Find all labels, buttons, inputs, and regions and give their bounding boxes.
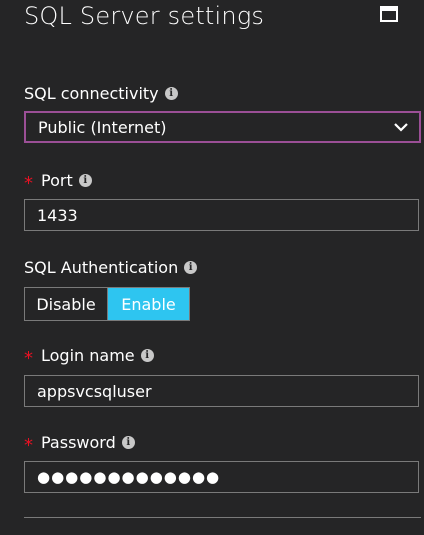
sql-authentication-label-text: SQL Authentication: [24, 258, 179, 277]
port-input[interactable]: 1433: [24, 199, 419, 231]
required-star: *: [24, 434, 33, 456]
required-star: *: [24, 347, 33, 369]
chevron-down-icon: [394, 123, 408, 132]
sql-connectivity-selected-value: Public (Internet): [38, 117, 167, 137]
login-name-label-text: Login name: [41, 346, 135, 365]
password-masked-value: ●●●●●●●●●●●●●: [37, 468, 221, 486]
info-icon[interactable]: i: [164, 87, 178, 100]
port-value: 1433: [37, 205, 78, 225]
sql-connectivity-label: SQL connectivity i: [24, 84, 178, 103]
required-star: *: [24, 172, 33, 194]
sql-authentication-label: SQL Authentication i: [24, 258, 198, 277]
sql-connectivity-dropdown[interactable]: Public (Internet): [24, 111, 421, 143]
blade-title: SQL Server settings: [24, 2, 265, 30]
sql-connectivity-label-text: SQL connectivity: [24, 84, 159, 103]
password-input[interactable]: ●●●●●●●●●●●●●: [24, 461, 419, 493]
login-name-input[interactable]: appsvcsqluser: [24, 375, 419, 407]
maximize-icon[interactable]: [380, 6, 398, 22]
login-name-label: * Login name i: [24, 346, 154, 369]
section-divider: [24, 517, 421, 518]
password-label-text: Password: [41, 433, 116, 452]
login-name-value: appsvcsqluser: [37, 381, 152, 401]
disable-toggle-button[interactable]: Disable: [25, 288, 107, 320]
password-label: * Password i: [24, 433, 135, 456]
sql-authentication-toggle: Disable Enable: [24, 287, 190, 321]
enable-toggle-button[interactable]: Enable: [107, 288, 189, 320]
sql-server-settings-blade: SQL Server settings SQL connectivity i P…: [0, 0, 424, 535]
info-icon[interactable]: i: [78, 174, 92, 187]
port-label-text: Port: [41, 171, 73, 190]
info-icon[interactable]: i: [140, 349, 154, 362]
port-label: * Port i: [24, 171, 92, 194]
info-icon[interactable]: i: [184, 261, 198, 274]
info-icon[interactable]: i: [121, 436, 135, 449]
